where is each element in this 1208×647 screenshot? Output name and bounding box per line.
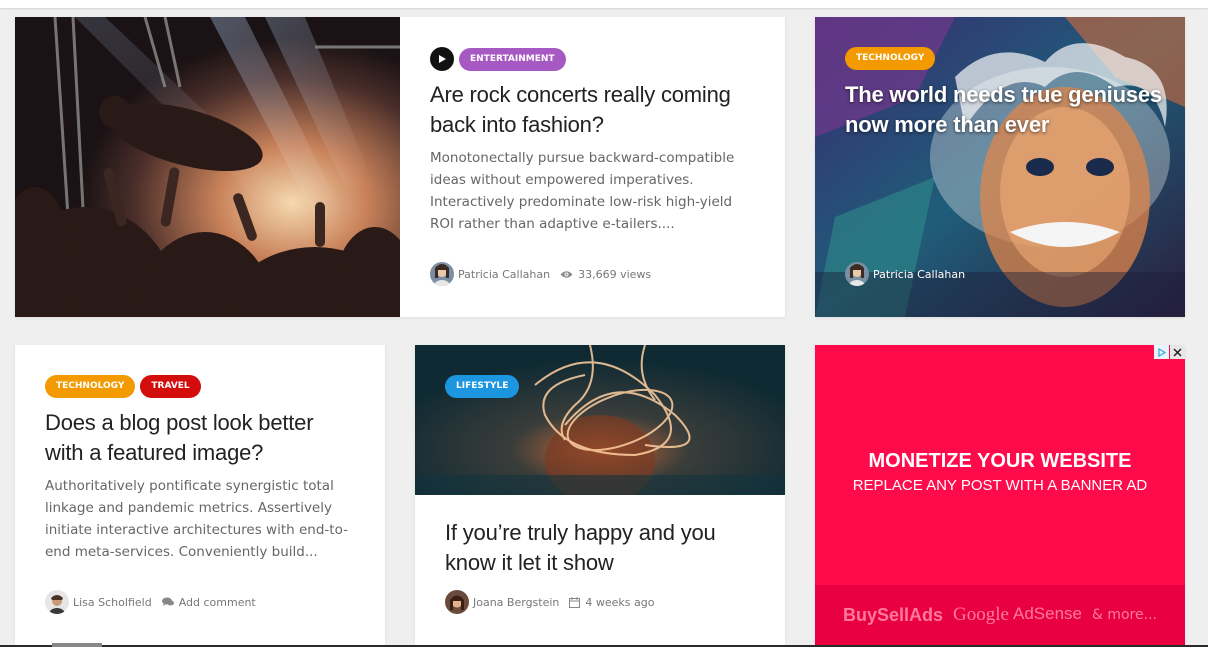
close-icon[interactable]	[1170, 345, 1185, 359]
category-badge-lifestyle[interactable]: LIFESTYLE	[445, 375, 520, 398]
author-avatar[interactable]	[430, 262, 454, 286]
category-badge-technology[interactable]: TECHNOLOGY	[845, 47, 936, 70]
view-count: 33,669 views	[578, 267, 652, 281]
author-name[interactable]: Patricia Callahan	[873, 268, 965, 281]
category-badge-travel[interactable]: TRAVEL	[140, 375, 201, 398]
post-title[interactable]: The world needs true geniuses now more t…	[845, 80, 1165, 140]
author-name[interactable]: Joana Bergstein	[473, 596, 559, 609]
post-date: 4 weeks ago	[585, 595, 655, 609]
ad-subline: REPLACE ANY POST WITH A BANNER AD	[852, 477, 1148, 494]
author-name[interactable]: Lisa Scholfield	[73, 596, 152, 609]
scrollbar-thumb[interactable]	[52, 643, 102, 647]
post-excerpt: Monotonectally pursue backward-compatibl…	[430, 150, 735, 232]
post-title[interactable]: If you’re truly happy and you know it le…	[445, 518, 755, 578]
post-meta: Patricia Callahan 33,669 views	[430, 262, 651, 286]
buysellads-logo: BuySellAds	[843, 604, 944, 625]
author-avatar[interactable]	[445, 590, 469, 614]
post-meta: Lisa Scholfield Add comment	[45, 590, 256, 614]
post-excerpt: Authoritatively pontificate synergistic …	[45, 478, 348, 560]
eye-icon	[560, 270, 573, 278]
category-badge-entertainment[interactable]: ENTERTAINMENT	[459, 47, 566, 71]
author-avatar[interactable]	[845, 262, 869, 286]
calendar-icon	[569, 596, 581, 608]
post-meta: Joana Bergstein 4 weeks ago	[445, 590, 654, 614]
post-meta: Patricia Callahan	[845, 262, 965, 286]
ad-choices-icon[interactable]	[1154, 345, 1169, 359]
post-card-happy[interactable]: LIFESTYLE If you’re truly happy and you …	[415, 345, 785, 645]
more-networks-text: & more...	[1091, 607, 1157, 623]
play-icon[interactable]	[430, 47, 454, 71]
post-card-rock-concerts[interactable]: ENTERTAINMENT Are rock concerts really c…	[15, 17, 785, 317]
comment-icon	[161, 597, 174, 606]
post-title[interactable]: Are rock concerts really coming back int…	[430, 80, 760, 140]
google-logo: Google	[953, 604, 1009, 625]
author-avatar[interactable]	[45, 590, 69, 614]
ad-footer: BuySellAds Google AdSense & more...	[815, 585, 1185, 645]
post-card-featured-image[interactable]: TECHNOLOGY TRAVEL Does a blog post look …	[15, 345, 385, 645]
post-card-geniuses[interactable]: TECHNOLOGY The world needs true geniuses…	[815, 17, 1185, 317]
sparkler-image[interactable]	[415, 345, 785, 505]
category-badge-technology[interactable]: TECHNOLOGY	[45, 375, 136, 398]
top-bar	[0, 0, 1208, 8]
add-comment-link[interactable]: Add comment	[179, 596, 256, 609]
author-name[interactable]: Patricia Callahan	[458, 268, 550, 281]
adsense-logo: AdSense	[1012, 604, 1082, 623]
ad-headline: MONETIZE YOUR WEBSITE	[868, 450, 1132, 472]
post-title[interactable]: Does a blog post look better with a feat…	[45, 408, 355, 468]
ad-banner[interactable]: MONETIZE YOUR WEBSITE REPLACE ANY POST W…	[815, 345, 1185, 645]
concert-image[interactable]	[15, 17, 415, 317]
